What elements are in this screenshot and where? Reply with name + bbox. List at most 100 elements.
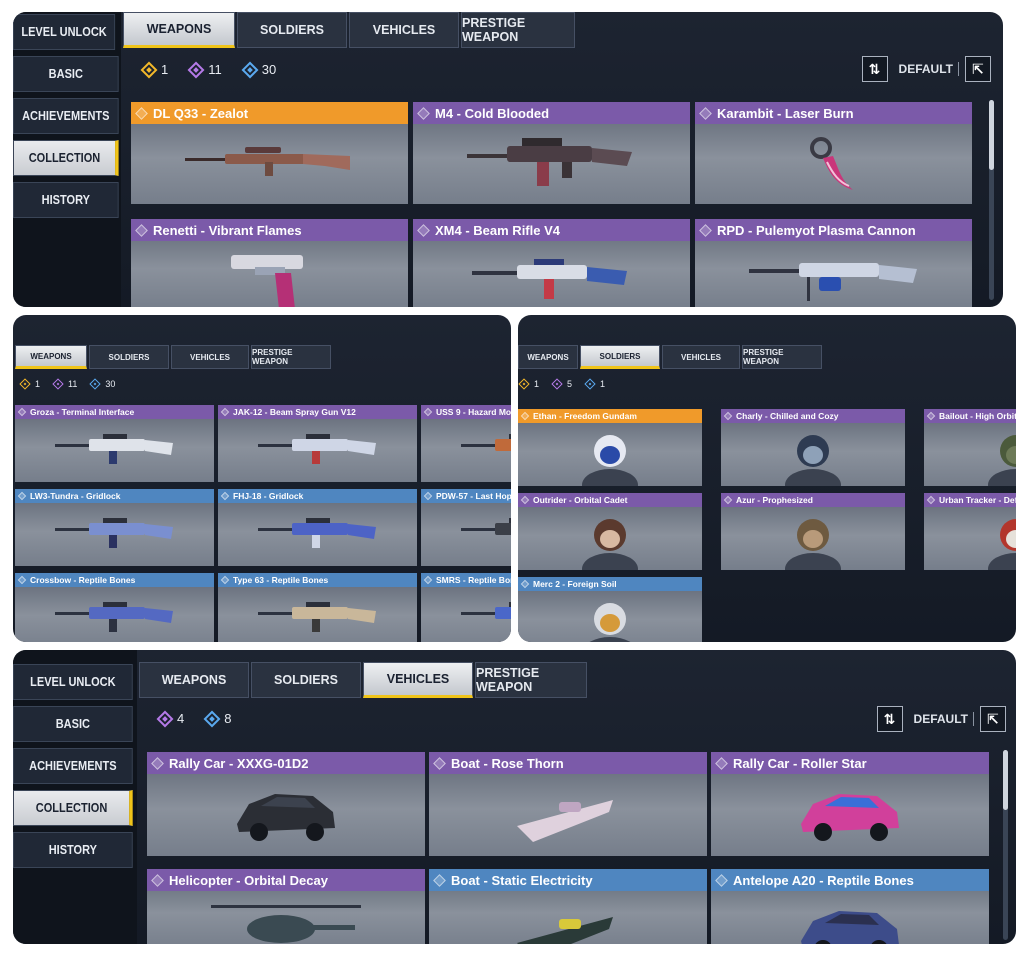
collection-card[interactable]: Ethan - Freedom Gundam — [518, 409, 702, 486]
card-title: Charly - Chilled and Cozy — [721, 409, 905, 423]
share-icon[interactable]: ⇱ — [980, 706, 1006, 732]
legendary-count: 1 — [19, 378, 40, 390]
collection-card[interactable]: JAK-12 - Beam Spray Gun V12 — [218, 405, 417, 482]
weapons-collection-screen: LEVEL UNLOCK BASIC ACHIEVEMENTS COLLECTI… — [13, 12, 1003, 307]
rare-diamond-icon — [241, 61, 259, 78]
scrollbar-thumb[interactable] — [1003, 750, 1008, 810]
epic-diamond-icon — [156, 710, 174, 727]
tab-weapons[interactable]: WEAPONS — [518, 345, 578, 369]
weapon-icon — [257, 434, 376, 464]
scrollbar[interactable] — [1003, 750, 1008, 940]
sniper-rifle-icon — [184, 147, 350, 176]
collection-card[interactable]: Groza - Terminal Interface — [15, 405, 214, 482]
car-icon — [237, 794, 335, 841]
rarity-diamond-icon — [520, 411, 530, 421]
tab-prestige-weapon[interactable]: PRESTIGE WEAPON — [461, 12, 575, 48]
rarity-counts: 1 5 1 — [518, 378, 605, 390]
epic-count: 5 — [551, 378, 572, 390]
collection-card[interactable]: Boat - Static Electricity — [429, 869, 707, 944]
tab-soldiers[interactable]: SOLDIERS — [251, 662, 361, 698]
scrollbar[interactable] — [989, 100, 994, 300]
tab-weapons[interactable]: WEAPONS — [15, 345, 87, 369]
tab-weapons[interactable]: WEAPONS — [139, 662, 249, 698]
sidebar-item-collection[interactable]: COLLECTION — [13, 790, 133, 826]
category-tabs: WEAPONS SOLDIERS VEHICLES PRESTIGE WEAPO… — [139, 662, 589, 698]
rarity-diamond-icon — [715, 756, 728, 770]
sidebar-item-level-unlock[interactable]: LEVEL UNLOCK — [13, 664, 133, 700]
collection-card[interactable]: Outrider - Orbital Cadet — [518, 493, 702, 570]
sort-label[interactable]: DEFAULT — [894, 62, 959, 76]
soldier-portrait-icon — [988, 519, 1016, 570]
weapon-icon — [54, 602, 173, 632]
card-title: LW3-Tundra - Gridlock — [15, 489, 214, 503]
card-title: Karambit - Laser Burn — [695, 102, 972, 124]
collection-card[interactable]: RPD - Pulemyot Plasma Cannon — [695, 219, 972, 307]
tab-prestige-weapon[interactable]: PRESTIGE WEAPON — [742, 345, 822, 369]
rarity-diamond-icon — [926, 495, 936, 505]
soldier-portrait-icon — [589, 603, 631, 642]
rare-count: 30 — [89, 378, 115, 390]
scrollbar-thumb[interactable] — [989, 100, 994, 170]
card-title: XM4 - Beam Rifle V4 — [413, 219, 690, 241]
tab-prestige-weapon[interactable]: PRESTIGE WEAPON — [251, 345, 331, 369]
tab-prestige-weapon[interactable]: PRESTIGE WEAPON — [475, 662, 587, 698]
collection-card[interactable]: Boat - Rose Thorn — [429, 752, 707, 856]
sidebar-item-achievements[interactable]: ACHIEVEMENTS — [13, 98, 119, 134]
weapon-icon — [54, 434, 173, 464]
collection-card[interactable]: Azur - Prophesized — [721, 493, 905, 570]
sort-label[interactable]: DEFAULT — [909, 712, 974, 726]
tab-vehicles[interactable]: VEHICLES — [349, 12, 459, 48]
card-title: Helicopter - Orbital Decay — [147, 869, 425, 891]
share-icon[interactable]: ⇱ — [965, 56, 991, 82]
tab-soldiers[interactable]: SOLDIERS — [89, 345, 169, 369]
rarity-diamond-icon — [135, 106, 148, 120]
tab-soldiers[interactable]: SOLDIERS — [580, 345, 660, 369]
sidebar-item-achievements[interactable]: ACHIEVEMENTS — [13, 748, 133, 784]
collection-card[interactable]: Renetti - Vibrant Flames — [131, 219, 408, 307]
legendary-count: 1 — [518, 378, 539, 390]
collection-card[interactable]: Rally Car - Roller Star — [711, 752, 989, 856]
collection-card[interactable]: LW3-Tundra - Gridlock — [15, 489, 214, 566]
tab-soldiers[interactable]: SOLDIERS — [237, 12, 347, 48]
collection-card[interactable]: USS 9 - Hazard Mod — [421, 405, 511, 482]
collection-card[interactable]: Antelope A20 - Reptile Bones — [711, 869, 989, 944]
collection-card[interactable]: Charly - Chilled and Cozy — [721, 409, 905, 486]
collection-card[interactable]: Bailout - High Orbit Drop — [924, 409, 1016, 486]
sidebar-item-history[interactable]: HISTORY — [13, 182, 119, 218]
sidebar-item-history[interactable]: HISTORY — [13, 832, 133, 868]
collection-card[interactable]: Karambit - Laser Burn — [695, 102, 972, 204]
rarity-diamond-icon — [220, 491, 230, 501]
sidebar-item-basic[interactable]: BASIC — [13, 706, 133, 742]
collection-card[interactable]: FHJ-18 - Gridlock — [218, 489, 417, 566]
collection-card[interactable]: M4 - Cold Blooded — [413, 102, 690, 204]
rare-diamond-icon — [584, 378, 596, 390]
collection-card[interactable]: Crossbow - Reptile Bones — [15, 573, 214, 642]
collection-card[interactable]: Helicopter - Orbital Decay — [147, 869, 425, 944]
card-title: Rally Car - XXXG-01D2 — [147, 752, 425, 774]
collection-card[interactable]: Type 63 - Reptile Bones — [218, 573, 417, 642]
collection-card[interactable]: Merc 2 - Foreign Soil — [518, 577, 702, 642]
card-title: USS 9 - Hazard Mod — [421, 405, 511, 419]
card-title: RPD - Pulemyot Plasma Cannon — [695, 219, 972, 241]
tab-weapons[interactable]: WEAPONS — [123, 12, 235, 48]
car-icon — [801, 794, 899, 841]
collection-card[interactable]: XM4 - Beam Rifle V4 — [413, 219, 690, 307]
collection-card[interactable]: Urban Tracker - Defense F — [924, 493, 1016, 570]
epic-count: 4 — [156, 710, 184, 727]
sidebar-item-collection[interactable]: COLLECTION — [13, 140, 119, 176]
tab-vehicles[interactable]: VEHICLES — [363, 662, 473, 698]
collection-card[interactable]: DL Q33 - Zealot — [131, 102, 408, 204]
collection-card[interactable]: SMRS - Reptile Bone — [421, 573, 511, 642]
sidebar-item-level-unlock[interactable]: LEVEL UNLOCK — [13, 14, 116, 50]
rarity-diamond-icon — [135, 223, 148, 237]
collection-card[interactable]: Rally Car - XXXG-01D2 — [147, 752, 425, 856]
tab-vehicles[interactable]: VEHICLES — [662, 345, 740, 369]
sort-order-icon[interactable]: ⇅ — [861, 56, 888, 82]
sort-order-icon[interactable]: ⇅ — [876, 706, 903, 732]
rare-count: 30 — [241, 61, 276, 78]
rarity-counts: 1 11 30 — [140, 61, 276, 78]
legendary-diamond-icon — [518, 378, 530, 390]
tab-vehicles[interactable]: VEHICLES — [171, 345, 249, 369]
sidebar-item-basic[interactable]: BASIC — [13, 56, 119, 92]
collection-card[interactable]: PDW-57 - Last Hope — [421, 489, 511, 566]
